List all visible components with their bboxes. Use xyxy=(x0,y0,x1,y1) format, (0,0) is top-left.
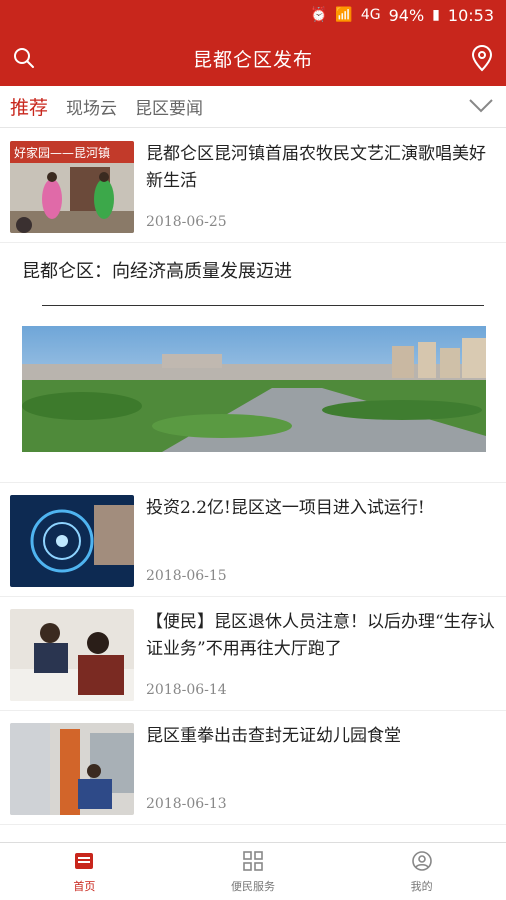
list-item[interactable]: 昆区重拳出击查封无证幼儿园食堂 2018-06-13 xyxy=(0,711,506,825)
thumbnail-banner-text: 好家园——昆河镇 xyxy=(14,145,110,160)
network-label: 4G xyxy=(360,7,381,23)
list-item[interactable]: 【便民】昆区退休人员注意！以后办理“生存认证业务”不用再往大厅跑了 2018-0… xyxy=(0,597,506,711)
nav-services[interactable]: 便民服务 xyxy=(169,843,338,900)
news-title: 投资2.2亿!昆区这一项目进入试运行! xyxy=(146,498,425,518)
bottom-nav: 首页 便民服务 我的 xyxy=(0,842,506,900)
battery-percent: 94% xyxy=(388,5,425,25)
status-bar: ⏰ 📶 4G 94% ▮ 10:53 xyxy=(0,0,506,30)
clock: 10:53 xyxy=(447,5,494,25)
news-thumbnail xyxy=(10,495,134,587)
app-header: 昆都仑区发布 xyxy=(0,30,506,86)
news-date: 2018-06-14 xyxy=(146,682,227,698)
list-item[interactable]: 投资2.2亿!昆区这一项目进入试运行! 2018-06-15 xyxy=(0,483,506,597)
news-title: 【便民】昆区退休人员注意！以后办理“生存认证业务”不用再往大厅跑了 xyxy=(146,612,495,659)
news-thumbnail xyxy=(10,723,134,815)
alarm-icon: ⏰ xyxy=(309,7,328,23)
nav-services-label: 便民服务 xyxy=(231,879,275,893)
news-feed[interactable]: 好家园——昆河镇 昆都仑区昆河镇首届农牧民文艺汇演歌唱美好新生活 2018-06… xyxy=(0,129,506,842)
nav-profile[interactable]: 我的 xyxy=(337,843,506,900)
nav-profile-label: 我的 xyxy=(410,879,433,893)
featured-image xyxy=(22,326,486,452)
news-date: 2018-06-13 xyxy=(146,796,227,812)
search-icon[interactable] xyxy=(12,46,36,70)
nav-home-label: 首页 xyxy=(73,879,96,893)
home-news-icon xyxy=(75,852,94,869)
user-icon xyxy=(411,850,432,871)
tab-district-news[interactable]: 昆区要闻 xyxy=(135,94,203,119)
divider xyxy=(42,305,484,306)
featured-title: 昆都仑区：向经济高质量发展迈进 xyxy=(22,261,292,282)
grid-icon xyxy=(243,850,263,871)
tab-live-cloud[interactable]: 现场云 xyxy=(66,94,117,119)
battery-icon: ▮ xyxy=(432,7,440,23)
list-item[interactable]: 好家园——昆河镇 昆都仑区昆河镇首届农牧民文艺汇演歌唱美好新生活 2018-06… xyxy=(0,129,506,243)
location-icon[interactable] xyxy=(470,44,494,72)
news-thumbnail xyxy=(10,609,134,701)
page-title: 昆都仑区发布 xyxy=(192,48,313,71)
news-thumbnail: 好家园——昆河镇 xyxy=(10,141,134,233)
wifi-icon: 📶 xyxy=(335,7,353,23)
category-tabs: 推荐 现场云 昆区要闻 xyxy=(0,86,506,128)
tab-recommend[interactable]: 推荐 xyxy=(10,93,48,120)
news-date: 2018-06-15 xyxy=(146,568,227,584)
news-title: 昆区重拳出击查封无证幼儿园食堂 xyxy=(146,726,401,746)
featured-article[interactable]: 昆都仑区：向经济高质量发展迈进 xyxy=(0,243,506,483)
news-title: 昆都仑区昆河镇首届农牧民文艺汇演歌唱美好新生活 xyxy=(146,144,486,191)
nav-home[interactable]: 首页 xyxy=(0,843,169,900)
chevron-down-icon[interactable] xyxy=(468,96,494,116)
news-date: 2018-06-25 xyxy=(146,214,227,230)
